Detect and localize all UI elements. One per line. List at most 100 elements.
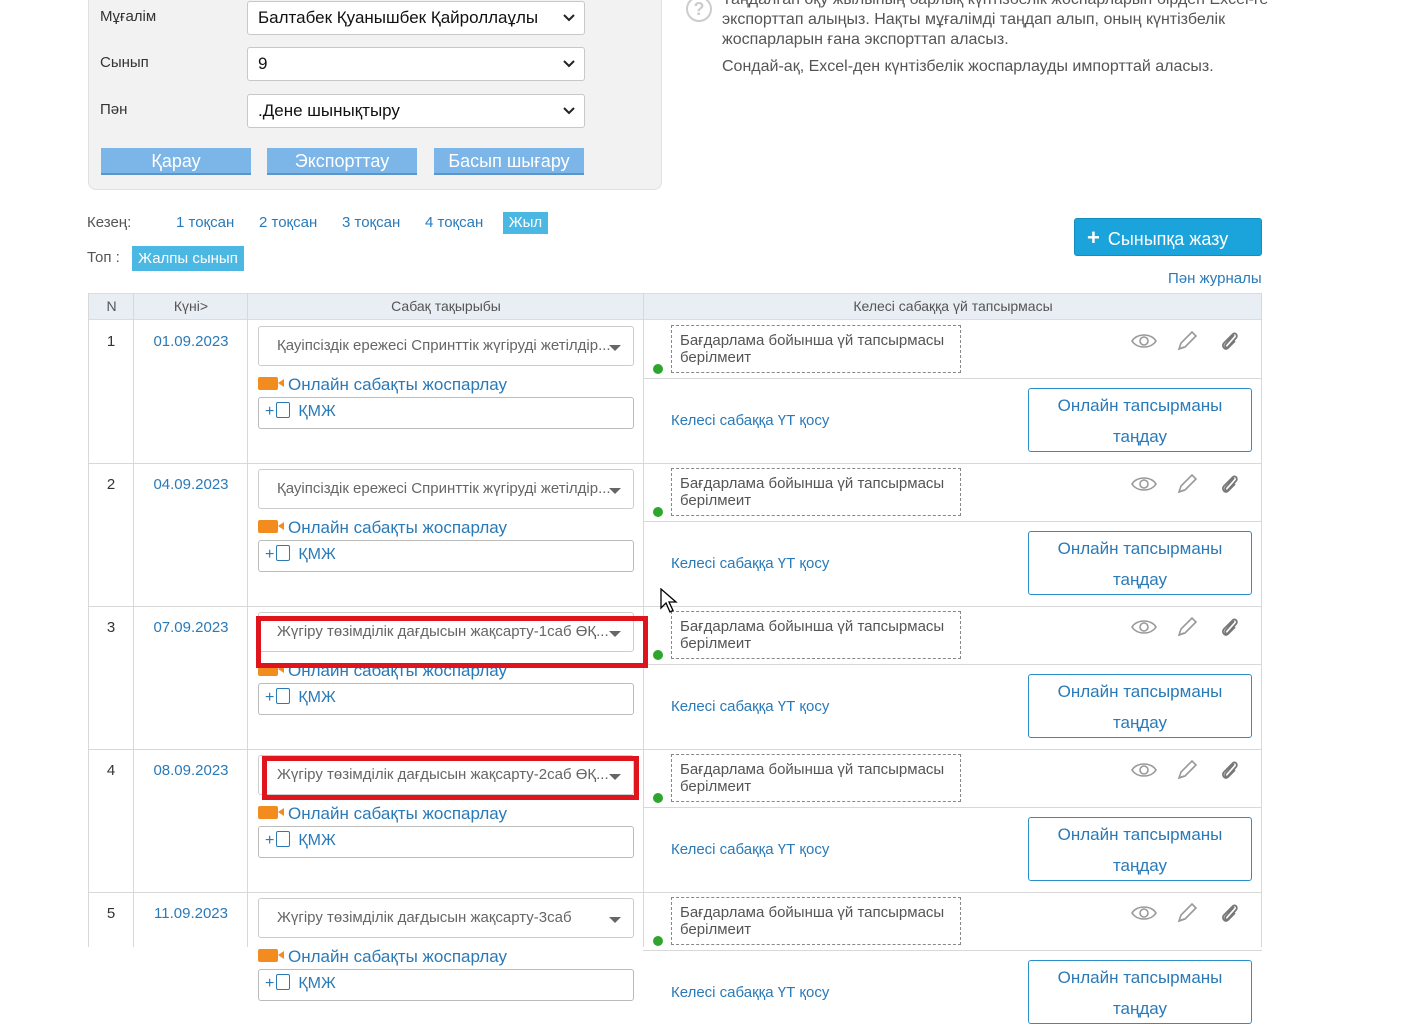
period-q1[interactable]: 1 тоқсан xyxy=(176,214,234,231)
topic-select[interactable]: Жүгіру төзімділік дағдысын жақсарту-3саб xyxy=(258,898,634,938)
online-lesson-plan-label: Онлайн сабақты жоспарлау xyxy=(288,947,508,966)
group-whole-class[interactable]: Жалпы сынып xyxy=(132,246,244,271)
topic-select-value: Жүгіру төзімділік дағдысын жақсарту-3саб xyxy=(277,909,572,926)
paperclip-icon[interactable] xyxy=(1218,473,1244,495)
row-date[interactable]: 11.09.2023 xyxy=(134,905,248,922)
header-date[interactable]: Күні> xyxy=(134,294,248,319)
pencil-icon[interactable] xyxy=(1174,473,1200,495)
plus-icon: + xyxy=(265,403,275,420)
kmzh-field[interactable]: + ҚМЖ xyxy=(258,969,634,1001)
row-number: 2 xyxy=(106,476,116,493)
choose-online-task-button[interactable]: Онлайн тапсырманы таңдау xyxy=(1028,960,1252,1024)
homework-text: Бағдарлама бойынша үй тапсырмасы берілме… xyxy=(671,754,961,802)
highlight-box xyxy=(262,756,639,800)
online-lesson-plan-link[interactable]: Онлайн сабақты жоспарлау xyxy=(258,375,507,395)
kmzh-label: ҚМЖ xyxy=(298,403,336,420)
highlight-box xyxy=(256,616,648,668)
add-homework-link[interactable]: Келесі сабаққа ҮТ қосу xyxy=(671,412,829,429)
cell-divider xyxy=(643,807,1262,808)
row-number: 1 xyxy=(106,333,116,350)
add-homework-link[interactable]: Келесі сабаққа ҮТ қосу xyxy=(671,984,829,1001)
row-date[interactable]: 01.09.2023 xyxy=(134,333,248,350)
paperclip-icon[interactable] xyxy=(1218,759,1244,781)
paperclip-icon[interactable] xyxy=(1218,330,1244,352)
online-lesson-plan-label: Онлайн сабақты жоспарлау xyxy=(288,804,508,823)
eye-icon[interactable] xyxy=(1131,902,1157,924)
row-date[interactable]: 07.09.2023 xyxy=(134,619,248,636)
pencil-icon[interactable] xyxy=(1174,759,1200,781)
export-button[interactable]: Экспорттау xyxy=(267,148,417,175)
period-year[interactable]: Жыл xyxy=(503,212,548,234)
pencil-icon[interactable] xyxy=(1174,902,1200,924)
choose-online-task-button[interactable]: Онлайн тапсырманы таңдау xyxy=(1028,531,1252,595)
kmzh-field[interactable]: + ҚМЖ xyxy=(258,397,634,429)
add-homework-link[interactable]: Келесі сабаққа ҮТ қосу xyxy=(671,841,829,858)
pencil-icon[interactable] xyxy=(1174,616,1200,638)
homework-text: Бағдарлама бойынша үй тапсырмасы берілме… xyxy=(671,325,961,373)
add-homework-link[interactable]: Келесі сабаққа ҮТ қосу xyxy=(671,698,829,715)
add-homework-link[interactable]: Келесі сабаққа ҮТ қосу xyxy=(671,555,829,572)
topic-select-value: Қауіпсіздік ережесі Спринттік жүгіруді ж… xyxy=(277,480,611,497)
row-divider xyxy=(88,892,1262,893)
eye-icon[interactable] xyxy=(1131,330,1157,352)
plus-icon: + xyxy=(265,689,275,706)
cell-divider xyxy=(643,521,1262,522)
chevron-down-icon xyxy=(563,60,575,68)
topic-select[interactable]: Қауіпсіздік ережесі Спринттік жүгіруді ж… xyxy=(258,326,634,366)
document-icon xyxy=(276,973,291,990)
kmzh-field[interactable]: + ҚМЖ xyxy=(258,683,634,715)
row-date[interactable]: 04.09.2023 xyxy=(134,476,248,493)
kmzh-label: ҚМЖ xyxy=(298,975,336,992)
view-button[interactable]: Қарау xyxy=(101,148,251,175)
video-camera-icon xyxy=(258,806,284,820)
video-camera-icon xyxy=(258,949,284,963)
subject-select-value: .Дене шынықтыру xyxy=(258,101,400,120)
kmzh-field[interactable]: + ҚМЖ xyxy=(258,826,634,858)
add-class-button[interactable]: + Сыныпқа жазу xyxy=(1074,218,1262,256)
online-lesson-plan-link[interactable]: Онлайн сабақты жоспарлау xyxy=(258,518,507,538)
row-date[interactable]: 08.09.2023 xyxy=(134,762,248,779)
print-button[interactable]: Басып шығару xyxy=(434,148,584,175)
period-q2[interactable]: 2 тоқсан xyxy=(259,214,317,231)
online-lesson-plan-link[interactable]: Онлайн сабақты жоспарлау xyxy=(258,947,507,967)
row-divider xyxy=(88,463,1262,464)
choose-online-task-button[interactable]: Онлайн тапсырманы таңдау xyxy=(1028,388,1252,452)
teacher-select-value: Балтабек Қуанышбек Қайроллаұлы xyxy=(258,8,539,27)
plus-icon: + xyxy=(265,832,275,849)
eye-icon[interactable] xyxy=(1131,616,1157,638)
subject-journal-link[interactable]: Пән журналы xyxy=(1168,270,1262,287)
teacher-label: Мұғалім xyxy=(100,8,157,25)
online-lesson-plan-link[interactable]: Онлайн сабақты жоспарлау xyxy=(258,804,507,824)
subject-select[interactable]: .Дене шынықтыру xyxy=(247,94,585,128)
choose-online-task-button[interactable]: Онлайн тапсырманы таңдау xyxy=(1028,817,1252,881)
choose-online-task-button[interactable]: Онлайн тапсырманы таңдау xyxy=(1028,674,1252,738)
homework-text: Бағдарлама бойынша үй тапсырмасы берілме… xyxy=(671,897,961,945)
table-header: N Күні> Сабақ тақырыбы Келесі сабаққа үй… xyxy=(88,293,1262,320)
grid-line xyxy=(1261,293,1262,947)
teacher-select[interactable]: Балтабек Қуанышбек Қайроллаұлы xyxy=(247,1,585,35)
eye-icon[interactable] xyxy=(1131,759,1157,781)
kmzh-label: ҚМЖ xyxy=(298,689,336,706)
period-q3[interactable]: 3 тоқсан xyxy=(342,214,400,231)
paperclip-icon[interactable] xyxy=(1218,902,1244,924)
kmzh-field[interactable]: + ҚМЖ xyxy=(258,540,634,572)
paperclip-icon[interactable] xyxy=(1218,616,1244,638)
caret-down-icon xyxy=(609,917,621,923)
class-select[interactable]: 9 xyxy=(247,47,585,81)
class-select-value: 9 xyxy=(258,54,268,73)
plus-icon: + xyxy=(265,546,275,563)
topic-select[interactable]: Қауіпсіздік ережесі Спринттік жүгіруді ж… xyxy=(258,469,634,509)
eye-icon[interactable] xyxy=(1131,473,1157,495)
status-dot xyxy=(653,793,663,803)
status-dot xyxy=(653,650,663,660)
row-number: 4 xyxy=(106,762,116,779)
cell-divider xyxy=(643,950,1262,951)
row-number: 3 xyxy=(106,619,116,636)
caret-down-icon xyxy=(609,488,621,494)
status-dot xyxy=(653,364,663,374)
document-icon xyxy=(276,544,291,561)
period-q4[interactable]: 4 тоқсан xyxy=(425,214,483,231)
pencil-icon[interactable] xyxy=(1174,330,1200,352)
homework-text: Бағдарлама бойынша үй тапсырмасы берілме… xyxy=(671,611,961,659)
online-lesson-plan-label: Онлайн сабақты жоспарлау xyxy=(288,518,508,537)
